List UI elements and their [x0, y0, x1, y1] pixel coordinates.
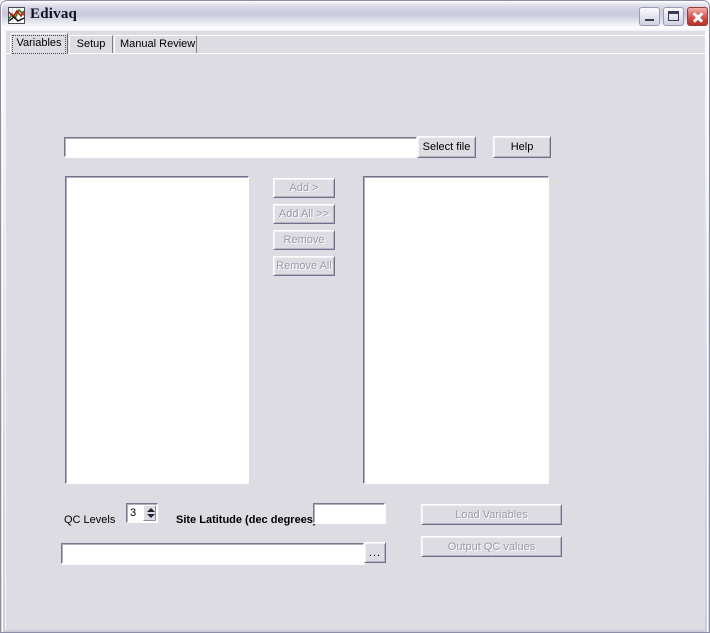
tab-manual-review-label: Manual Review: [120, 38, 196, 50]
tab-strip-filler: [197, 35, 705, 53]
output-path-input[interactable]: [61, 543, 364, 564]
spin-down-icon[interactable]: [147, 514, 155, 518]
load-variables-button[interactable]: Load Variables: [421, 504, 562, 525]
add-button[interactable]: Add >: [273, 178, 335, 198]
browse-dots-label: ...: [368, 546, 382, 559]
select-file-button[interactable]: Select file: [417, 136, 476, 158]
minimize-button[interactable]: [639, 7, 660, 26]
qc-levels-value: 3: [130, 507, 137, 519]
title-bar[interactable]: Edivaq: [2, 2, 708, 30]
client-area: Variables Setup Manual Review Select fil…: [5, 30, 705, 630]
window-title: Edivaq: [30, 6, 78, 22]
add-all-button[interactable]: Add All >>: [273, 204, 335, 224]
qc-levels-spin-buttons[interactable]: [143, 505, 156, 521]
application-window: Edivaq Variables Setup Manual Review Sel…: [0, 0, 710, 633]
close-icon: [688, 8, 707, 25]
maximize-button[interactable]: [663, 7, 684, 26]
tab-manual-review[interactable]: Manual Review: [114, 35, 197, 53]
tab-setup-label: Setup: [76, 38, 106, 50]
file-path-input[interactable]: [64, 137, 417, 157]
browse-button[interactable]: ...: [364, 542, 386, 563]
chart-icon: [8, 7, 25, 24]
tab-page-variables: Select file Help Add > Add All >> Remove…: [6, 53, 705, 630]
qc-levels-label: QC Levels: [64, 514, 116, 526]
qc-levels-stepper[interactable]: 3: [126, 503, 158, 523]
spin-up-icon[interactable]: [147, 508, 155, 512]
minimize-icon: [640, 8, 659, 25]
selected-variables-list[interactable]: [363, 176, 549, 484]
tab-variables-label: Variables: [16, 37, 62, 49]
tab-variables[interactable]: Variables: [10, 33, 68, 54]
site-latitude-label: Site Latitude (dec degrees): [176, 514, 317, 526]
output-qc-values-button[interactable]: Output QC values: [421, 536, 562, 557]
close-button[interactable]: [687, 7, 708, 26]
tab-strip: Variables Setup Manual Review: [6, 33, 705, 54]
maximize-icon: [664, 8, 683, 25]
remove-button[interactable]: Remove: [273, 230, 335, 250]
site-latitude-input[interactable]: [313, 503, 385, 523]
available-variables-list[interactable]: [65, 176, 249, 484]
tab-setup[interactable]: Setup: [69, 35, 113, 53]
help-button[interactable]: Help: [493, 136, 551, 158]
remove-all-button[interactable]: Remove All: [273, 256, 335, 276]
